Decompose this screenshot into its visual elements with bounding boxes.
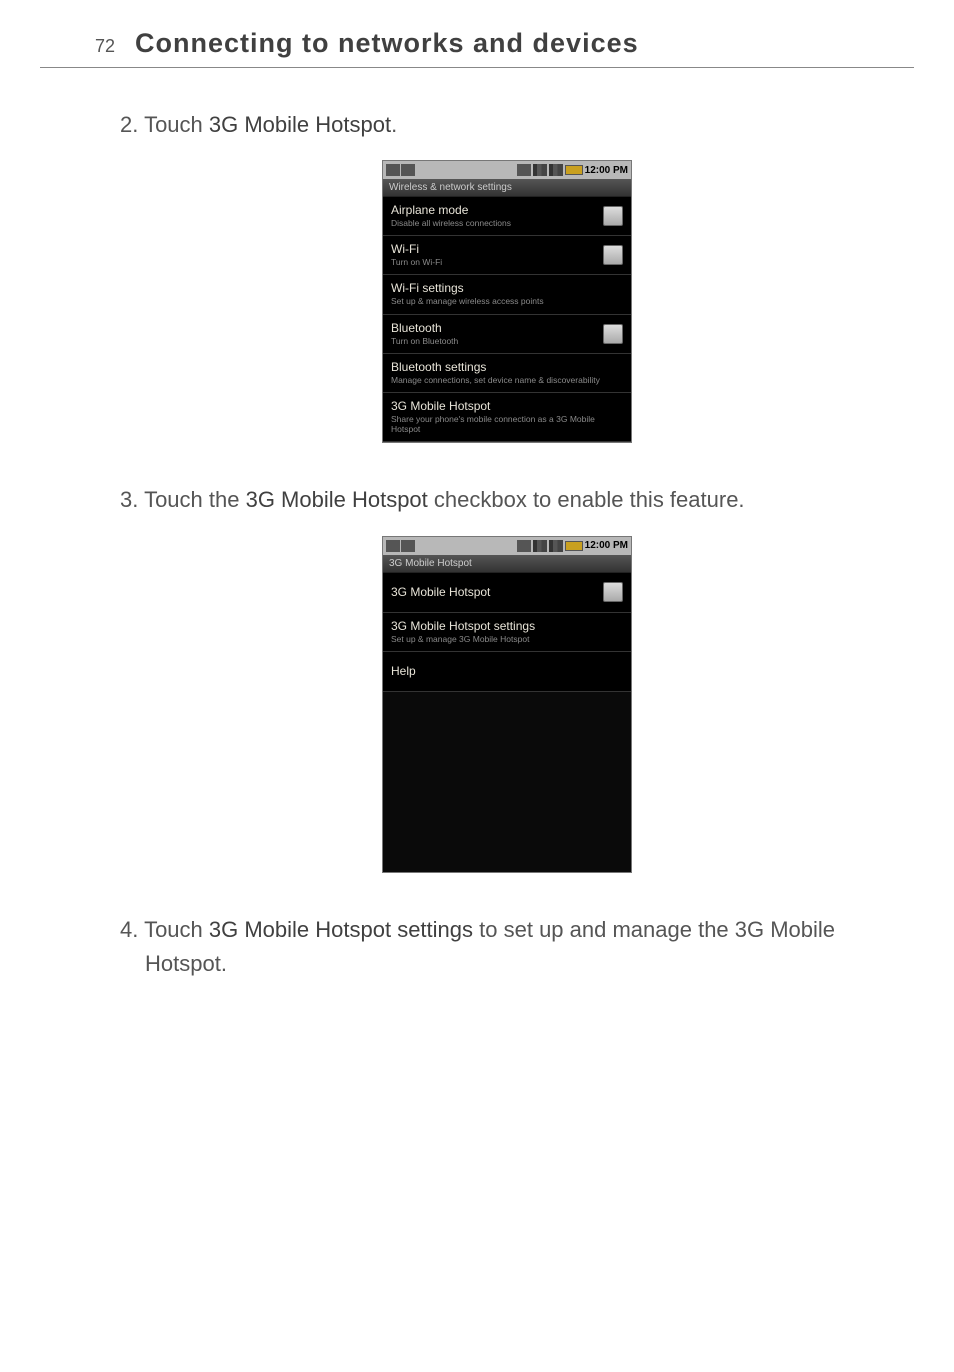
step-2-suffix: . (391, 112, 397, 137)
network-icon (517, 164, 531, 176)
menu-list: Airplane mode Disable all wireless conne… (383, 197, 631, 442)
menu-title: Wi-Fi (391, 242, 623, 256)
signal-icon (549, 540, 563, 552)
step-2-prefix: 2. Touch (120, 112, 209, 137)
menu-title: 3G Mobile Hotspot (391, 399, 623, 413)
step-4: 4. Touch 3G Mobile Hotspot settings to s… (120, 913, 894, 981)
page-number: 72 (95, 36, 115, 57)
status-right: 12:00 PM (517, 164, 628, 176)
status-left (386, 164, 415, 176)
status-time: 12:00 PM (585, 540, 628, 551)
menu-item-bluetooth[interactable]: Bluetooth Turn on Bluetooth (383, 315, 631, 354)
phone-screenshot-2: 12:00 PM 3G Mobile Hotspot 3G Mobile Hot… (382, 536, 632, 873)
battery-icon (565, 541, 583, 551)
phone-empty-area (383, 692, 631, 872)
signal-icon (533, 540, 547, 552)
signal-icon (533, 164, 547, 176)
screen-title: 3G Mobile Hotspot (383, 555, 631, 573)
menu-item-3g-hotspot-toggle[interactable]: 3G Mobile Hotspot (383, 573, 631, 613)
menu-sub: Set up & manage 3G Mobile Hotspot (391, 634, 623, 644)
step-4-bold: 3G Mobile Hotspot settings (209, 917, 473, 942)
screen-title: Wireless & network settings (383, 179, 631, 197)
step-3-suffix: checkbox to enable this feature. (428, 487, 745, 512)
menu-item-wifi[interactable]: Wi-Fi Turn on Wi-Fi (383, 236, 631, 275)
step-3-bold: 3G Mobile Hotspot (246, 487, 428, 512)
menu-sub: Share your phone's mobile connection as … (391, 414, 623, 434)
checkbox[interactable] (603, 582, 623, 602)
step-3: 3. Touch the 3G Mobile Hotspot checkbox … (120, 483, 894, 517)
menu-item-3g-hotspot[interactable]: 3G Mobile Hotspot Share your phone's mob… (383, 393, 631, 442)
content-area: 2. Touch 3G Mobile Hotspot. 12:00 PM Wir… (0, 108, 954, 981)
menu-list: 3G Mobile Hotspot 3G Mobile Hotspot sett… (383, 573, 631, 692)
menu-title: 3G Mobile Hotspot (391, 585, 623, 599)
screenshot-1-wrap: 12:00 PM Wireless & network settings Air… (120, 160, 894, 443)
menu-sub: Disable all wireless connections (391, 218, 623, 228)
step-3-prefix: 3. Touch the (120, 487, 246, 512)
menu-sub: Turn on Wi-Fi (391, 257, 623, 267)
status-time: 12:00 PM (585, 165, 628, 176)
status-icon (386, 540, 400, 552)
menu-item-wifi-settings[interactable]: Wi-Fi settings Set up & manage wireless … (383, 275, 631, 314)
status-bar: 12:00 PM (383, 161, 631, 179)
page-header: 72 Connecting to networks and devices (40, 0, 914, 68)
status-left (386, 540, 415, 552)
step-4-prefix: 4. Touch (120, 917, 209, 942)
page-title: Connecting to networks and devices (135, 28, 639, 59)
status-right: 12:00 PM (517, 540, 628, 552)
menu-title: Help (391, 664, 623, 678)
menu-sub: Manage connections, set device name & di… (391, 375, 623, 385)
menu-title: 3G Mobile Hotspot settings (391, 619, 623, 633)
battery-icon (565, 165, 583, 175)
menu-item-3g-hotspot-settings[interactable]: 3G Mobile Hotspot settings Set up & mana… (383, 613, 631, 652)
checkbox[interactable] (603, 245, 623, 265)
status-icon (386, 164, 400, 176)
menu-title: Bluetooth (391, 321, 623, 335)
menu-title: Bluetooth settings (391, 360, 623, 374)
checkbox[interactable] (603, 324, 623, 344)
menu-item-help[interactable]: Help (383, 652, 631, 692)
screenshot-2-wrap: 12:00 PM 3G Mobile Hotspot 3G Mobile Hot… (120, 536, 894, 873)
menu-item-bluetooth-settings[interactable]: Bluetooth settings Manage connections, s… (383, 354, 631, 393)
menu-sub: Turn on Bluetooth (391, 336, 623, 346)
step-2-bold: 3G Mobile Hotspot (209, 112, 391, 137)
step-2: 2. Touch 3G Mobile Hotspot. (120, 108, 894, 142)
menu-item-airplane[interactable]: Airplane mode Disable all wireless conne… (383, 197, 631, 236)
checkbox[interactable] (603, 206, 623, 226)
signal-icon (549, 164, 563, 176)
status-icon (401, 540, 415, 552)
status-icon (401, 164, 415, 176)
network-icon (517, 540, 531, 552)
phone-screenshot-1: 12:00 PM Wireless & network settings Air… (382, 160, 632, 443)
status-bar: 12:00 PM (383, 537, 631, 555)
menu-sub: Set up & manage wireless access points (391, 296, 623, 306)
menu-title: Airplane mode (391, 203, 623, 217)
menu-title: Wi-Fi settings (391, 281, 623, 295)
